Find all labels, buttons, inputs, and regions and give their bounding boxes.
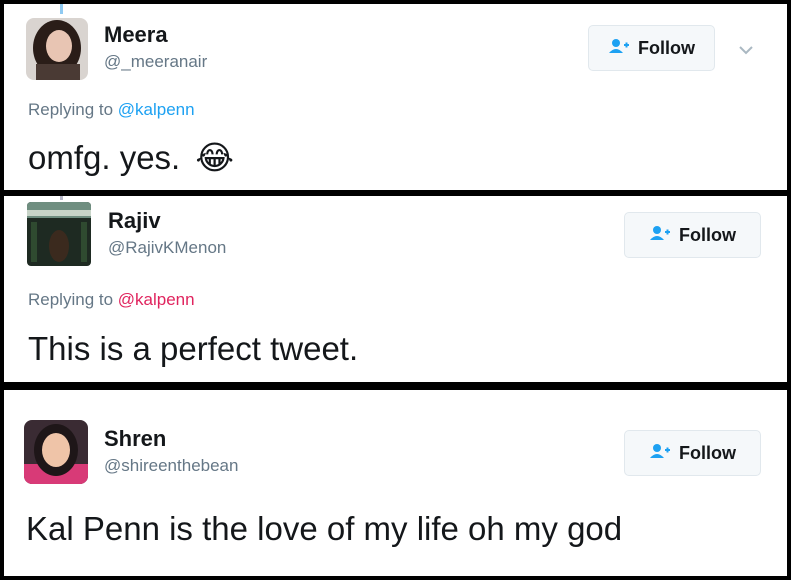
follow-label: Follow [679, 224, 736, 245]
replying-prefix: Replying to [28, 100, 118, 119]
follow-button[interactable]: Follow [624, 212, 761, 258]
thread-line [60, 4, 63, 14]
person-plus-icon [649, 225, 671, 246]
replying-to: Replying to @kalpenn [28, 100, 195, 120]
tweet-reply-card: Meera @_meeranair Follow Replying to @ka… [4, 4, 787, 190]
follow-button[interactable]: Follow [588, 25, 715, 71]
tweet-text: omfg. yes. 😂 [28, 138, 234, 177]
follow-label: Follow [638, 37, 695, 58]
display-name[interactable]: Rajiv [108, 208, 161, 234]
mention-link[interactable]: @kalpenn [118, 100, 195, 119]
avatar[interactable] [24, 420, 88, 484]
tears-of-joy-emoji: 😂 [195, 139, 234, 176]
tweet-reply-card: Shren @shireenthebean Follow Kal Penn is… [4, 390, 787, 576]
avatar[interactable] [27, 202, 91, 266]
tweet-reply-card: Rajiv @RajivKMenon Follow Replying to @k… [4, 196, 787, 382]
user-handle[interactable]: @_meeranair [104, 52, 207, 72]
person-plus-icon [608, 38, 630, 59]
user-handle[interactable]: @shireenthebean [104, 456, 238, 476]
replying-prefix: Replying to [28, 290, 118, 309]
avatar[interactable] [26, 18, 88, 80]
tweet-text-content: omfg. yes. [28, 139, 181, 176]
display-name[interactable]: Shren [104, 426, 166, 452]
person-plus-icon [649, 443, 671, 464]
tweet-text: Kal Penn is the love of my life oh my go… [26, 510, 623, 547]
replying-to: Replying to @kalpenn [28, 290, 195, 310]
display-name[interactable]: Meera [104, 22, 168, 48]
user-handle[interactable]: @RajivKMenon [108, 238, 226, 258]
follow-button[interactable]: Follow [624, 430, 761, 476]
tweet-text: This is a perfect tweet. [28, 330, 359, 367]
thread-line [60, 196, 63, 200]
mention-link[interactable]: @kalpenn [118, 290, 195, 309]
chevron-down-icon[interactable] [739, 42, 753, 60]
follow-label: Follow [679, 442, 736, 463]
